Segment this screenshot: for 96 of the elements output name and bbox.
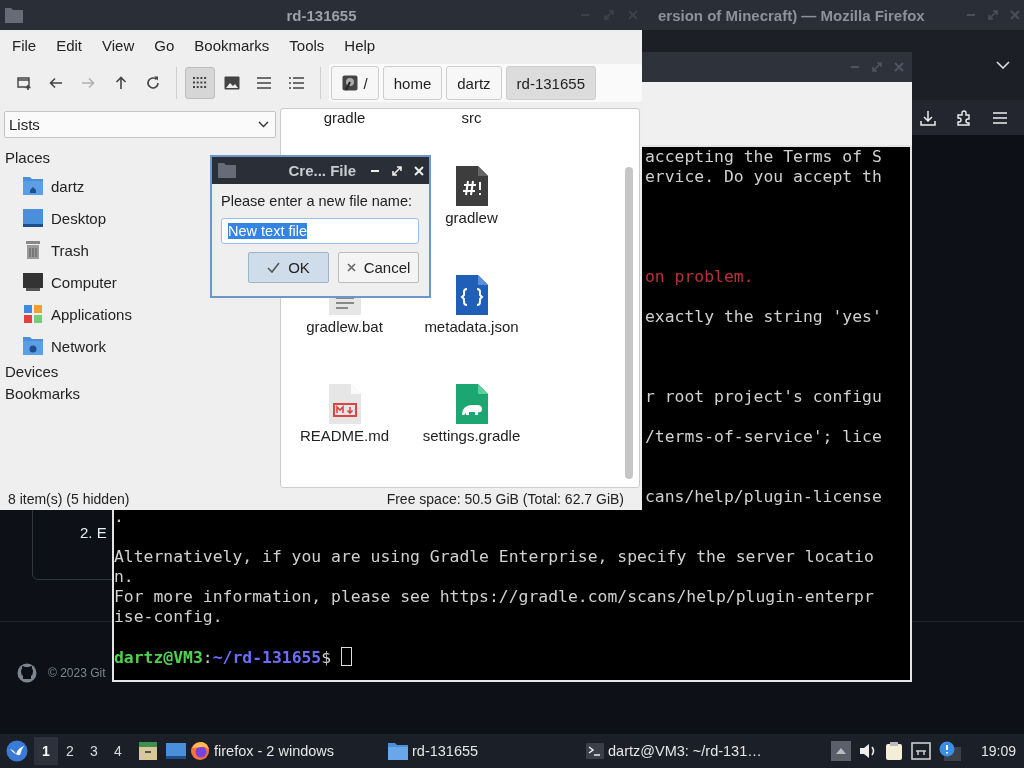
terminal-line: exactly the string 'yes' [645, 307, 882, 326]
list-icon [257, 77, 272, 89]
menu-item[interactable]: Bookmarks [184, 36, 280, 54]
menu-item[interactable]: Edit [46, 36, 93, 54]
terminal-line: For more information, please see https://gradle.com/scans/help/plugin-enterpr [114, 587, 874, 606]
workspace-button[interactable]: 3 [82, 737, 106, 765]
desktop-icon[interactable] [166, 742, 186, 760]
terminal-line: Alternatively, if you are using Gradle Enterprise, specify the server locatio [114, 547, 874, 566]
desktop-icon [22, 208, 44, 228]
workspace-button[interactable]: 2 [58, 737, 82, 765]
cancel-button[interactable]: Cancel [338, 252, 419, 283]
ok-button[interactable]: OK [248, 252, 329, 283]
markdown-file-icon [327, 383, 362, 425]
bird-logo-icon[interactable] [6, 740, 28, 762]
icon-view-entry[interactable]: settings.gradle [408, 373, 535, 482]
clipboard-icon[interactable] [884, 741, 903, 761]
section-header[interactable]: Bookmarks [4, 384, 276, 404]
view-dropdown[interactable]: Lists [4, 111, 276, 138]
menu-icon[interactable] [992, 110, 1008, 125]
scrollbar-thumb[interactable] [625, 167, 633, 479]
network-icon[interactable] [910, 742, 931, 760]
download-icon[interactable] [920, 109, 936, 126]
view-mode-button[interactable] [184, 67, 216, 99]
file-cabinet-icon[interactable] [138, 741, 158, 761]
workspace-button[interactable]: 4 [106, 737, 130, 765]
fox-globe-icon [190, 741, 210, 761]
applications-icon [23, 304, 43, 324]
icon-view-entry[interactable]: README.md [281, 373, 408, 482]
text-cursor [341, 647, 352, 666]
terminal-line: . [114, 507, 124, 526]
free-space: Free space: 50.5 GiB (Total: 62.7 GiB) [386, 491, 624, 507]
terminal-icon [586, 743, 604, 759]
script-file-icon [454, 165, 489, 207]
monitor-icon [22, 272, 44, 292]
task-button[interactable]: firefox - 2 windows [186, 736, 384, 766]
terminal-line: /terms-of-service'; lice [645, 427, 882, 446]
back-arrow-icon [48, 75, 65, 91]
dialog-title: Cre... File [287, 162, 356, 179]
path-button[interactable]: / [330, 66, 379, 100]
terminal-line: ervice. Do you accept th [645, 167, 882, 186]
clock: 19:09 [980, 743, 1016, 759]
window-title: ersion of Minecraft) — Mozilla Firefox [658, 6, 926, 24]
chevron-down-icon[interactable] [996, 61, 1010, 69]
path-button[interactable]: dartz [446, 66, 502, 100]
folder-icon [388, 742, 408, 760]
speaker-icon[interactable] [858, 743, 877, 759]
menu-item[interactable]: Help [334, 36, 386, 54]
path-button[interactable]: rd-131655 [505, 66, 596, 100]
check-icon [267, 262, 281, 273]
close-icon [346, 263, 356, 272]
icon-view-entry[interactable]: gradle [281, 109, 408, 155]
folder-icon [5, 7, 23, 23]
drive-icon [341, 75, 358, 91]
menu-item[interactable]: Go [144, 36, 185, 54]
sidebar-item[interactable]: Network [4, 330, 276, 362]
prompt-symbol: $ [321, 648, 332, 667]
chevron-down-icon [258, 121, 269, 128]
section-header[interactable]: Devices [4, 362, 276, 382]
task-button[interactable]: dartz@VM3: ~/rd-131… [582, 736, 780, 766]
task-button[interactable]: rd-131655 [384, 736, 582, 766]
input-field[interactable]: New text file [221, 218, 419, 244]
menu-item[interactable]: View [92, 36, 145, 54]
icon-view-entry[interactable]: src [408, 109, 535, 155]
menu-item[interactable]: Tools [279, 36, 335, 54]
reload-icon [144, 75, 161, 91]
copyright-text: © 2023 Git [48, 666, 106, 680]
detail-list-icon [289, 77, 304, 89]
error-line: on problem. [645, 267, 754, 286]
image-icon [224, 76, 241, 90]
prompt-label: Please enter a new file name: [221, 193, 414, 209]
prompt-path: ~/rd-131655 [212, 648, 322, 667]
terminal-line: r root project's configu [645, 387, 882, 406]
window-title: rd-131655 [285, 6, 358, 24]
menu-item[interactable]: File [2, 36, 47, 54]
list-item: 2. E [80, 524, 107, 541]
network-folder-icon [22, 336, 44, 356]
sidebar-item[interactable]: Applications [4, 298, 276, 330]
path-button[interactable]: home [382, 66, 443, 100]
notification-icon[interactable] [938, 741, 961, 761]
prompt-user: dartz@VM3 [114, 648, 203, 667]
folder-icon [218, 163, 236, 178]
json-file-icon [454, 274, 489, 316]
octocat-icon [17, 663, 37, 683]
terminal-line: accepting the Terms of S [645, 147, 882, 166]
terminal-line: cans/help/plugin-license [645, 487, 882, 506]
terminal-line: n. [114, 567, 134, 586]
forward-arrow-icon [80, 75, 97, 91]
item-count: 8 item(s) (5 hidden) [8, 491, 130, 507]
prompt-separator: : [202, 648, 213, 667]
puzzle-icon[interactable] [956, 109, 972, 126]
gradle-file-icon [454, 383, 489, 425]
new-window-icon [16, 75, 33, 91]
home-folder-icon [22, 176, 44, 196]
workspace-button[interactable]: 1 [34, 737, 58, 765]
icon-grid-icon [192, 77, 207, 89]
terminal-line: ise-config. [114, 607, 223, 626]
